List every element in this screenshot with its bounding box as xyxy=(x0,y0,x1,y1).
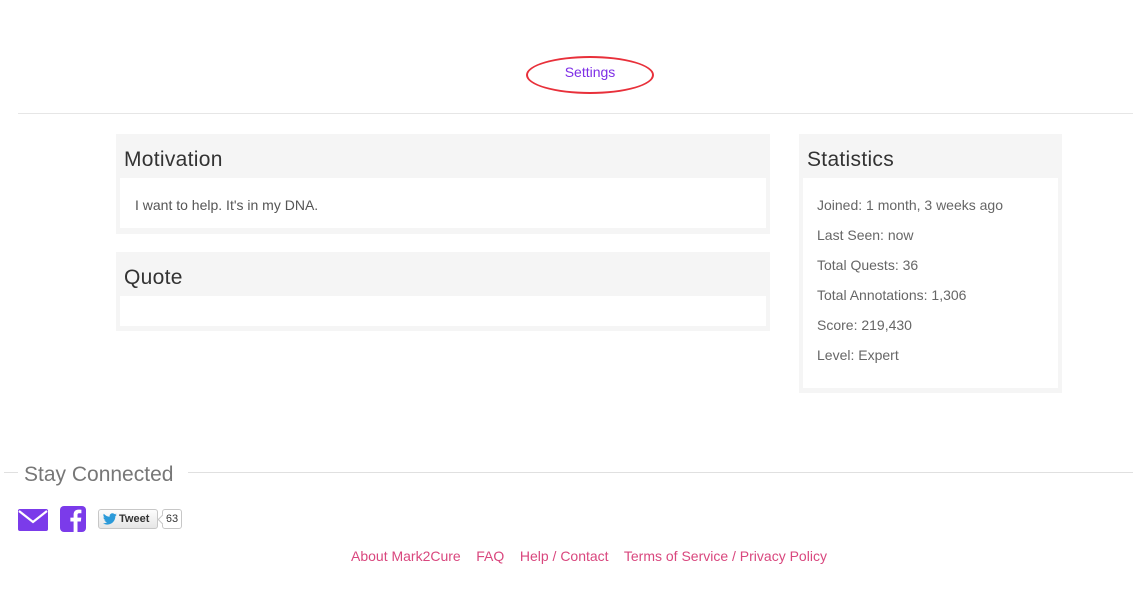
stat-level: Level: Expert xyxy=(817,347,899,363)
header-divider xyxy=(18,113,1133,114)
stat-score: Score: 219,430 xyxy=(817,317,912,333)
settings-link[interactable]: Settings xyxy=(526,56,654,94)
stay-connected-divider xyxy=(188,472,1133,473)
quote-panel: Quote xyxy=(116,252,770,331)
motivation-title: Motivation xyxy=(124,148,223,171)
tweet-label: Tweet xyxy=(119,513,150,525)
footer-link-help-contact[interactable]: Help / Contact xyxy=(520,548,609,564)
motivation-panel: Motivation I want to help. It's in my DN… xyxy=(116,134,770,234)
motivation-body: I want to help. It's in my DNA. xyxy=(120,178,766,228)
footer-links: About Mark2Cure FAQ Help / Contact Terms… xyxy=(351,548,827,564)
footer-link-about[interactable]: About Mark2Cure xyxy=(351,548,461,564)
twitter-bird-icon xyxy=(103,513,117,525)
statistics-body: Joined: 1 month, 3 weeks ago Last Seen: … xyxy=(803,178,1058,388)
stat-total-annotations: Total Annotations: 1,306 xyxy=(817,287,967,303)
stat-joined: Joined: 1 month, 3 weeks ago xyxy=(817,197,1004,213)
stay-connected-divider-left xyxy=(4,472,18,473)
stat-total-quests: Total Quests: 36 xyxy=(817,257,919,273)
statistics-panel: Statistics Joined: 1 month, 3 weeks ago … xyxy=(799,134,1062,393)
statistics-title: Statistics xyxy=(807,148,895,171)
quote-title: Quote xyxy=(124,266,183,289)
facebook-icon[interactable] xyxy=(60,506,86,532)
quote-body xyxy=(120,296,766,326)
profile-header: Settings xyxy=(0,0,1133,114)
motivation-text: I want to help. It's in my DNA. xyxy=(135,197,319,213)
settings-label: Settings xyxy=(564,64,616,80)
stat-last-seen: Last Seen: now xyxy=(817,227,914,243)
tweet-count[interactable]: 63 xyxy=(162,509,182,529)
footer-link-faq[interactable]: FAQ xyxy=(476,548,504,564)
stay-connected-title: Stay Connected xyxy=(24,463,180,487)
footer-link-terms-privacy[interactable]: Terms of Service / Privacy Policy xyxy=(624,548,827,564)
mail-icon[interactable] xyxy=(18,509,48,531)
tweet-button[interactable]: Tweet xyxy=(98,509,158,529)
